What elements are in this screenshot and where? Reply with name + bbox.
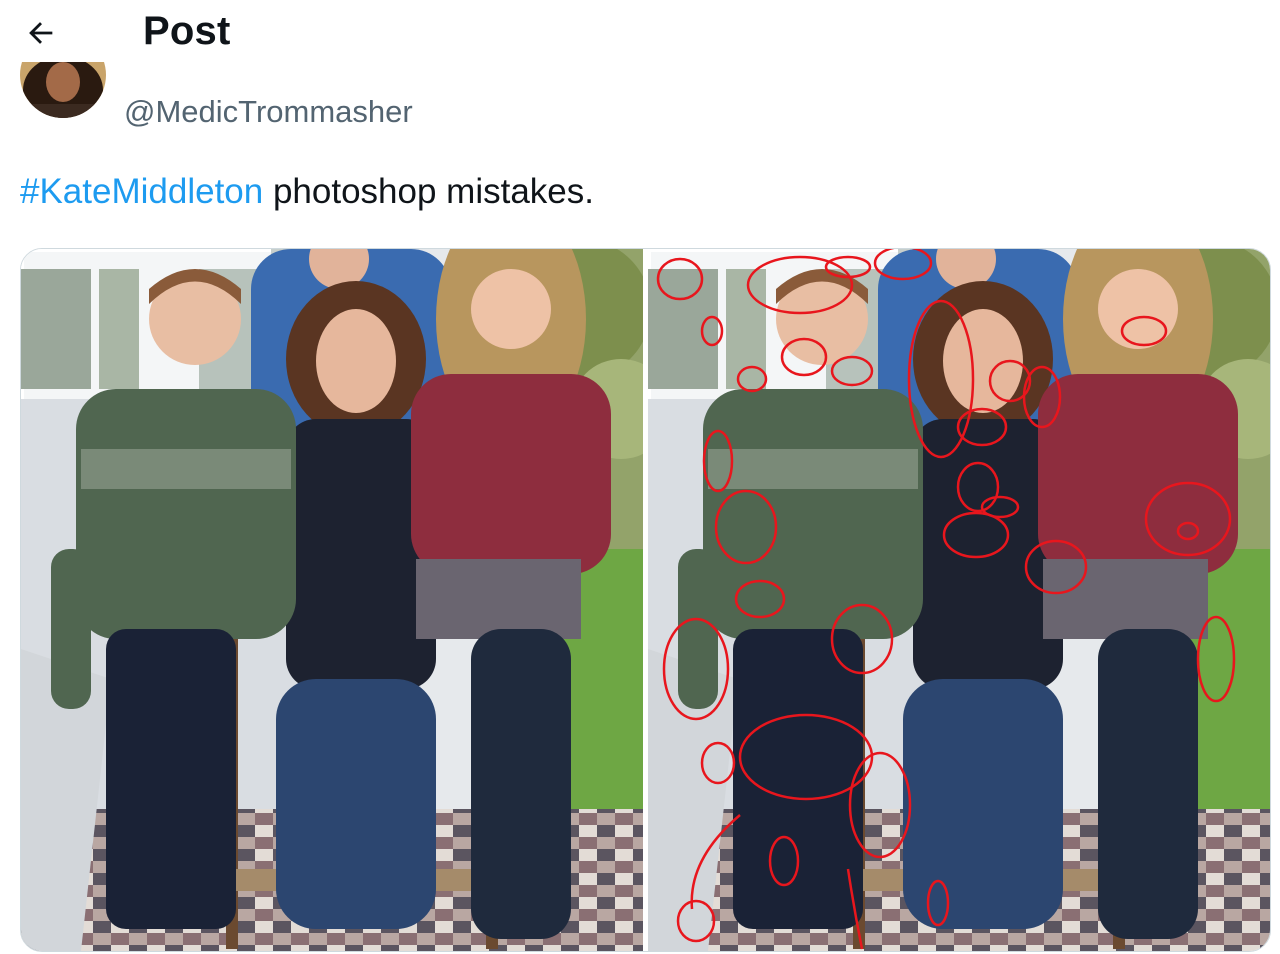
- original-family-photo[interactable]: [21, 249, 643, 951]
- media-grid: [20, 248, 1271, 952]
- tweet-body: photoshop mistakes.: [263, 172, 594, 211]
- back-button[interactable]: [18, 10, 64, 56]
- page-title: Post: [143, 9, 231, 53]
- hashtag-link[interactable]: #KateMiddleton: [20, 172, 263, 211]
- tweet-text: #KateMiddleton photoshop mistakes.: [20, 170, 594, 214]
- author-handle[interactable]: @MedicTrommasher: [124, 94, 413, 130]
- arrow-left-icon: [29, 22, 53, 44]
- author-row: @MedicTrommasher: [0, 32, 1280, 150]
- annotated-family-photo[interactable]: [648, 249, 1270, 951]
- post-header: Post: [0, 0, 1280, 62]
